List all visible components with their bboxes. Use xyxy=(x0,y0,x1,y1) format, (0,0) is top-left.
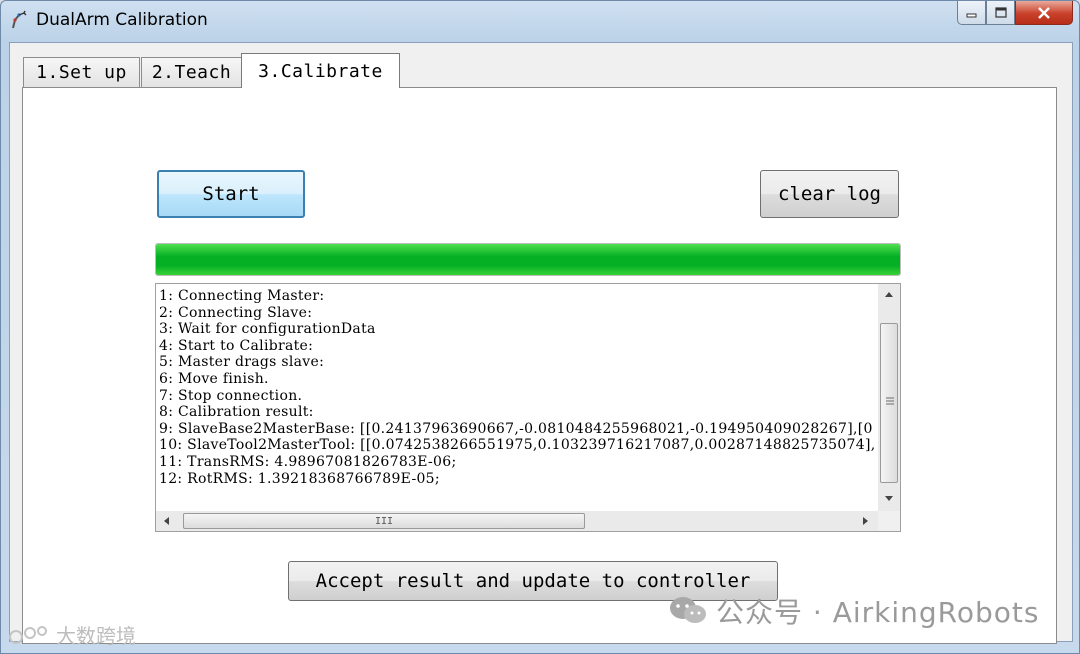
grip-icon xyxy=(886,397,894,405)
scrollbar-corner xyxy=(878,511,900,531)
tab-teach[interactable]: 2.Teach xyxy=(141,57,242,87)
calibration-progress-bar xyxy=(155,243,901,276)
robot-arm-icon xyxy=(12,10,27,29)
log-line: 3: Wait for configurationData xyxy=(159,321,376,338)
tab-set-up[interactable]: 1.Set up xyxy=(23,57,140,87)
log-line: 11: TransRMS: 4.98967081826783E-06; xyxy=(159,453,457,470)
log-output[interactable]: 1: Connecting Master: 2: Connecting Slave… xyxy=(155,283,901,532)
log-line: 10: SlaveTool2MasterTool: [[0.0742538266… xyxy=(159,437,876,454)
log-line: 9: SlaveBase2MasterBase: [[0.24137963690… xyxy=(159,420,873,437)
title-bar[interactable]: DualArm Calibration xyxy=(1,1,1079,39)
close-button[interactable] xyxy=(1015,1,1073,25)
brand-logo-icon xyxy=(9,625,47,644)
calibrate-tab-page: Start clear log 1: Connecting Master: 2: … xyxy=(22,87,1057,644)
start-button-label: Start xyxy=(202,183,260,205)
minimize-icon xyxy=(966,13,976,17)
maximize-button[interactable] xyxy=(986,1,1015,25)
watermark-account-text: 公众号 · AirkingRobots xyxy=(716,596,1040,629)
log-line: 7: Stop connection. xyxy=(159,387,303,404)
close-icon xyxy=(1038,6,1050,19)
log-line: 2: Connecting Slave: xyxy=(159,304,313,321)
client-area: 1.Set up 2.Teach 3.Calibrate Start clear… xyxy=(9,42,1073,644)
log-lines: 1: Connecting Master: 2: Connecting Slave… xyxy=(159,288,876,487)
log-line: 5: Master drags slave: xyxy=(159,354,325,371)
watermark-account: 公众号 · AirkingRobots xyxy=(668,594,1040,629)
watermark-brand: 大数跨境 xyxy=(8,620,136,649)
horizontal-scroll-thumb[interactable]: III xyxy=(183,513,585,529)
maximize-icon xyxy=(994,7,1007,18)
window-title: DualArm Calibration xyxy=(36,10,208,30)
clear-log-button[interactable]: clear log xyxy=(760,170,899,218)
log-line: 6: Move finish. xyxy=(159,370,269,387)
scroll-thumb-grip: III xyxy=(374,515,394,527)
accept-result-button-label: Accept result and update to controller xyxy=(315,570,751,592)
progress-fill xyxy=(156,244,900,275)
tab-label: 3.Calibrate xyxy=(258,60,383,82)
watermark-brand-text: 大数跨境 xyxy=(56,624,136,648)
scroll-up-arrow-icon[interactable] xyxy=(885,292,893,297)
app-window: DualArm Calibration 1.Set up 2.Teach 3.C… xyxy=(0,0,1080,654)
wechat-icon xyxy=(670,597,706,623)
minimize-button[interactable] xyxy=(957,1,986,25)
log-horizontal-scrollbar[interactable]: III xyxy=(156,511,878,531)
vertical-scroll-thumb[interactable] xyxy=(880,323,898,483)
tab-calibrate[interactable]: 3.Calibrate xyxy=(241,53,400,88)
log-line: 4: Start to Calibrate: xyxy=(159,337,314,354)
log-line: 1: Connecting Master: xyxy=(159,288,325,304)
scroll-right-arrow-icon[interactable] xyxy=(863,517,868,525)
log-vertical-scrollbar[interactable] xyxy=(878,284,900,511)
scroll-left-arrow-icon[interactable] xyxy=(164,517,169,525)
scroll-down-arrow-icon[interactable] xyxy=(885,496,893,501)
tab-label: 1.Set up xyxy=(36,62,127,83)
start-button[interactable]: Start xyxy=(157,170,305,218)
tab-label: 2.Teach xyxy=(151,62,232,83)
caption-buttons xyxy=(957,1,1073,27)
log-line: 12: RotRMS: 1.39218368766789E-05; xyxy=(159,470,440,487)
log-line: 8: Calibration result: xyxy=(159,404,314,421)
clear-log-button-label: clear log xyxy=(778,183,881,205)
